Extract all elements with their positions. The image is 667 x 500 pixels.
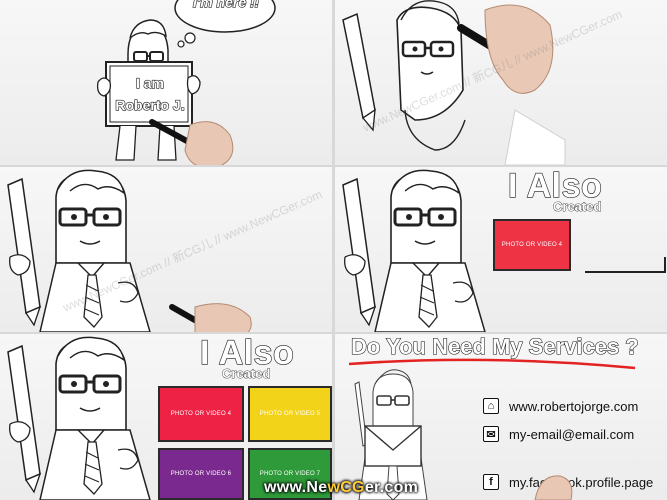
contact-row-email[interactable]: ✉ my-email@email.com (483, 426, 634, 442)
facebook-icon: f (483, 474, 499, 490)
panel-character (0, 167, 332, 332)
sign-text: I am Roberto J. (110, 72, 190, 116)
sign-line-2: Roberto J. (115, 96, 185, 113)
envelope-illustration (364, 425, 422, 467)
photo-video-tile-5[interactable]: PHOTO OR VIDEO 5 (248, 386, 332, 442)
logo-prefix: www.Ne (264, 479, 328, 496)
logo-suffix: er.com (364, 479, 419, 496)
panel-drawing (335, 0, 667, 165)
email-icon: ✉ (483, 426, 499, 442)
website-link[interactable]: www.robertojorge.com (509, 399, 638, 414)
photo-video-tile-4[interactable]: PHOTO OR VIDEO 4 (158, 386, 244, 442)
panel-services: Do You Need My Services ? ⌂ www.robertoj… (335, 334, 667, 500)
created-subtitle: Created (222, 366, 271, 382)
character-sketch-illustration (342, 0, 566, 165)
red-underline-swoosh (348, 358, 636, 370)
photo-video-tile-6[interactable]: PHOTO OR VIDEO 6 (158, 448, 244, 500)
panel-also-created-grid: I Also Created PHOTO OR VIDEO 4 PHOTO OR… (0, 334, 332, 500)
photo-video-tile[interactable]: PHOTO OR VIDEO 4 (493, 219, 571, 271)
logo-highlight: wCG (327, 479, 365, 496)
home-icon: ⌂ (483, 398, 499, 414)
email-link[interactable]: my-email@email.com (509, 427, 634, 442)
panel-also-created-single: I Also Created PHOTO OR VIDEO 4 (335, 167, 667, 332)
contact-row-facebook[interactable]: f my.facebook.profile.page (483, 474, 653, 490)
created-subtitle: Created (553, 199, 602, 215)
panel-intro: I'm here !! I am Roberto J. (0, 0, 332, 165)
contact-row-website[interactable]: ⌂ www.robertojorge.com (483, 398, 638, 414)
character-with-pencil-illustration (7, 169, 252, 332)
newcger-logo-watermark: www.NewCGer.com (258, 478, 424, 498)
facebook-link[interactable]: my.facebook.profile.page (509, 475, 653, 490)
thought-bubble-text: I'm here !! (192, 0, 260, 11)
sign-line-1: I am (135, 74, 164, 91)
